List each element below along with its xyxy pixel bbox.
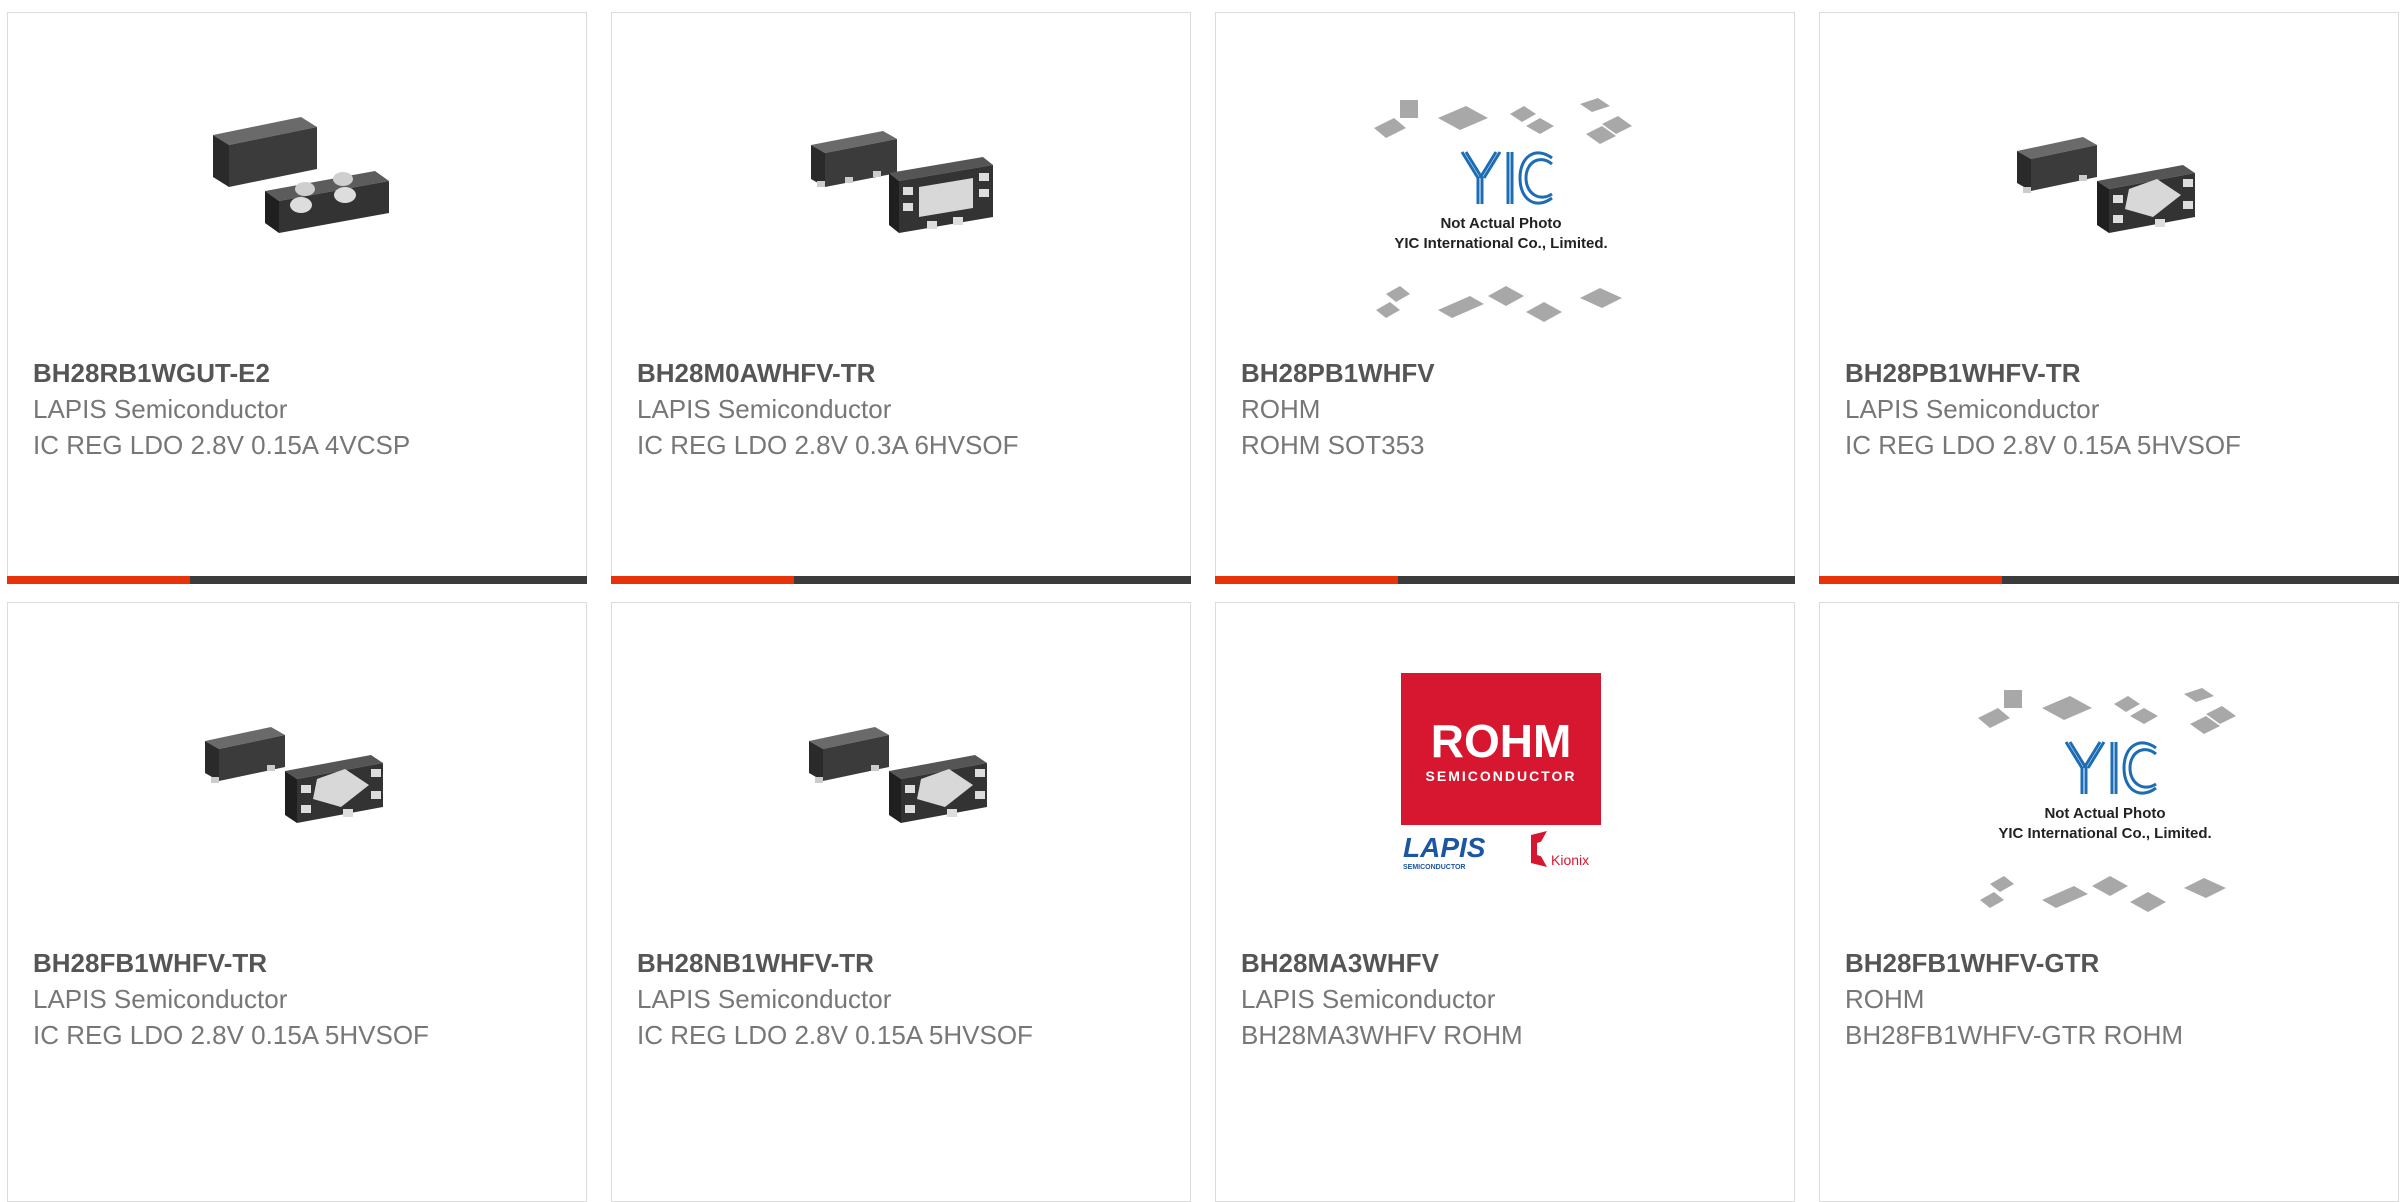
part-number[interactable]: BH28PB1WHFV-TR <box>1845 355 2365 391</box>
part-number[interactable]: BH28NB1WHFV-TR <box>637 945 1157 981</box>
lapis-logo-subtext: SEMICONDUCTOR <box>1403 864 1465 871</box>
part-number[interactable]: BH28FB1WHFV-GTR <box>1845 945 2365 981</box>
manufacturer: ROHM <box>1241 394 1321 424</box>
chip-6hvsof-icon <box>811 131 993 233</box>
part-number[interactable]: BH28FB1WHFV-TR <box>33 945 553 981</box>
rohm-logo-text: ROHM <box>1431 715 1572 767</box>
card-accent-bar <box>1819 576 2399 584</box>
product-card[interactable]: Not Actual Photo YIC International Co., … <box>1215 12 1795 584</box>
chip-5hvsof-icon <box>809 727 987 823</box>
product-card[interactable]: BH28NB1WHFV-TR LAPIS Semiconductor IC RE… <box>611 602 1191 1202</box>
product-image <box>797 673 997 873</box>
chip-4vcsp-icon <box>213 117 389 233</box>
product-card[interactable]: BH28M0AWHFV-TR LAPIS Semiconductor IC RE… <box>611 12 1191 584</box>
not-actual-photo-placeholder-icon: Not Actual Photo YIC International Co., … <box>1374 98 1632 322</box>
placeholder-text-1: Not Actual Photo <box>2044 805 2165 822</box>
description: IC REG LDO 2.8V 0.3A 6HVSOF <box>637 430 1019 460</box>
kionix-logo-text: Kionix <box>1551 852 1589 868</box>
placeholder-text-2: YIC International Co., Limited. <box>1394 235 1607 252</box>
product-image: ROHM SEMICONDUCTOR LAPIS SEMICONDUCTOR K… <box>1401 673 1601 873</box>
part-number[interactable]: BH28RB1WGUT-E2 <box>33 355 553 391</box>
rohm-logo-subtext: SEMICONDUCTOR <box>1426 768 1577 784</box>
card-accent-bar <box>611 576 1191 584</box>
product-card[interactable]: BH28PB1WHFV-TR LAPIS Semiconductor IC RE… <box>1819 12 2399 584</box>
manufacturer: ROHM <box>1845 984 1925 1014</box>
description: ROHM SOT353 <box>1241 430 1425 460</box>
product-image: Not Actual Photo YIC International Co., … <box>1366 98 1636 338</box>
product-image <box>193 83 393 283</box>
manufacturer: LAPIS Semiconductor <box>1241 984 1496 1014</box>
description: BH28FB1WHFV-GTR ROHM <box>1845 1020 2184 1050</box>
manufacturer: LAPIS Semiconductor <box>637 984 892 1014</box>
product-card[interactable]: ROHM SEMICONDUCTOR LAPIS SEMICONDUCTOR K… <box>1215 602 1795 1202</box>
manufacturer: LAPIS Semiconductor <box>33 984 288 1014</box>
manufacturer: LAPIS Semiconductor <box>1845 394 2100 424</box>
part-number[interactable]: BH28PB1WHFV <box>1241 355 1761 391</box>
part-number[interactable]: BH28M0AWHFV-TR <box>637 355 1157 391</box>
product-card[interactable]: BH28RB1WGUT-E2 LAPIS Semiconductor IC RE… <box>7 12 587 584</box>
product-image <box>797 83 997 283</box>
product-grid: BH28RB1WGUT-E2 LAPIS Semiconductor IC RE… <box>0 0 2400 1202</box>
chip-5hvsof-icon <box>205 727 383 823</box>
placeholder-text-2: YIC International Co., Limited. <box>1998 825 2211 842</box>
manufacturer: LAPIS Semiconductor <box>33 394 288 424</box>
description: IC REG LDO 2.8V 0.15A 5HVSOF <box>33 1020 429 1050</box>
description: BH28MA3WHFV ROHM <box>1241 1020 1523 1050</box>
not-actual-photo-placeholder-icon: Not Actual Photo YIC International Co., … <box>1978 688 2236 912</box>
part-number[interactable]: BH28MA3WHFV <box>1241 945 1761 981</box>
product-card[interactable]: Not Actual Photo YIC International Co., … <box>1819 602 2399 1202</box>
manufacturer: LAPIS Semiconductor <box>637 394 892 424</box>
product-card[interactable]: BH28FB1WHFV-TR LAPIS Semiconductor IC RE… <box>7 602 587 1202</box>
card-accent-bar <box>7 576 587 584</box>
product-image <box>193 673 393 873</box>
rohm-lapis-logo-icon: ROHM SEMICONDUCTOR LAPIS SEMICONDUCTOR K… <box>1401 673 1601 871</box>
placeholder-text-1: Not Actual Photo <box>1440 215 1561 232</box>
description: IC REG LDO 2.8V 0.15A 4VCSP <box>33 430 411 460</box>
lapis-logo-text: LAPIS <box>1403 832 1486 863</box>
card-accent-bar <box>1215 576 1795 584</box>
product-image <box>2005 83 2205 283</box>
description: IC REG LDO 2.8V 0.15A 5HVSOF <box>637 1020 1033 1050</box>
product-image: Not Actual Photo YIC International Co., … <box>1970 688 2240 928</box>
description: IC REG LDO 2.8V 0.15A 5HVSOF <box>1845 430 2241 460</box>
chip-5hvsof-icon <box>2017 137 2195 233</box>
